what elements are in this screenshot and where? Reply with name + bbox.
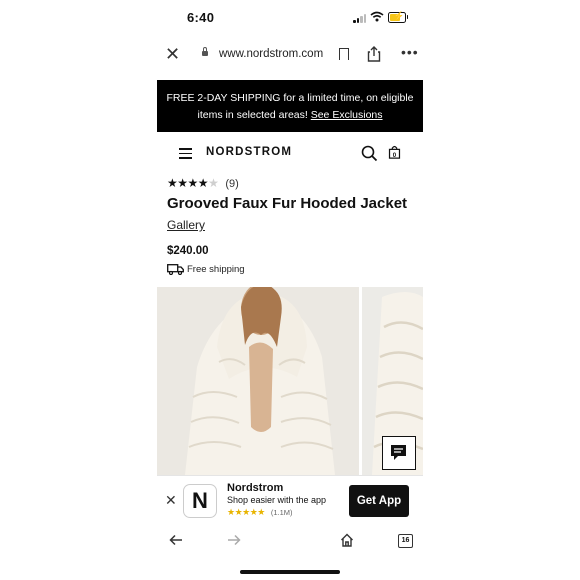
- rating-stars: ★★★★★: [167, 176, 219, 190]
- shipping-label: Free shipping: [187, 264, 245, 276]
- status-bar: 6:40 ⚡: [157, 0, 423, 36]
- brand-link[interactable]: Gallery: [167, 218, 205, 232]
- svg-text:0: 0: [393, 152, 397, 159]
- tab-count-button[interactable]: 16: [398, 534, 413, 548]
- menu-icon[interactable]: [179, 148, 192, 159]
- forward-arrow-icon[interactable]: [227, 533, 241, 547]
- app-install-banner: ✕ N Nordstrom Shop easier with the app ★…: [157, 475, 423, 528]
- more-options-icon[interactable]: •••: [401, 44, 419, 60]
- see-exclusions-link[interactable]: See Exclusions: [311, 109, 383, 121]
- shopping-bag-icon[interactable]: 0: [388, 145, 401, 159]
- star-filled-icon: ★: [197, 176, 209, 190]
- dismiss-banner-icon[interactable]: ✕: [165, 492, 177, 509]
- wifi-icon: [370, 11, 384, 22]
- site-header: NORDSTROM 0: [157, 138, 423, 170]
- share-icon[interactable]: [367, 46, 381, 62]
- bookmark-icon[interactable]: [339, 48, 349, 61]
- truck-icon: [167, 264, 184, 275]
- app-name: Nordstrom: [227, 482, 284, 494]
- home-indicator[interactable]: [240, 570, 340, 574]
- shipping-info: Free shipping: [167, 264, 245, 275]
- star-empty-icon: ★: [208, 176, 219, 190]
- app-rating: ★★★★★ (1.1M): [227, 507, 293, 517]
- close-icon[interactable]: ✕: [165, 44, 180, 65]
- url-text[interactable]: www.nordstrom.com: [219, 48, 323, 60]
- home-icon[interactable]: [340, 533, 354, 547]
- app-rating-count: (1.1M): [270, 508, 293, 517]
- product-image-main[interactable]: [157, 287, 359, 475]
- back-arrow-icon[interactable]: [169, 533, 183, 547]
- nordstrom-app-icon: N: [183, 484, 217, 518]
- browser-url-bar: ✕ www.nordstrom.com •••: [157, 40, 423, 72]
- signal-icon: [353, 13, 367, 23]
- status-time: 6:40: [187, 10, 215, 25]
- nordstrom-logo[interactable]: NORDSTROM: [206, 146, 292, 158]
- chat-icon: [391, 445, 406, 460]
- review-count: (9): [225, 178, 239, 190]
- chat-button[interactable]: [382, 436, 416, 470]
- star-filled-icon: ★: [167, 176, 178, 190]
- battery-icon: ⚡: [388, 11, 408, 23]
- browser-toolbar: 16: [157, 528, 423, 558]
- product-rating[interactable]: ★★★★★ (9): [167, 176, 239, 190]
- get-app-button[interactable]: Get App: [349, 485, 409, 517]
- lock-icon: [202, 47, 208, 56]
- product-title: Grooved Faux Fur Hooded Jacket: [167, 195, 408, 212]
- promo-banner: FREE 2-DAY SHIPPING for a limited time, …: [157, 80, 423, 132]
- search-icon[interactable]: [361, 145, 378, 162]
- star-filled-icon: ★: [177, 176, 188, 190]
- phone-screen: 6:40 ⚡ ✕ www.nordstrom.com ••• FREE 2-DA…: [157, 0, 423, 580]
- star-filled-icon: ★: [187, 176, 199, 190]
- product-price: $240.00: [167, 245, 209, 257]
- app-tagline: Shop easier with the app: [227, 495, 327, 505]
